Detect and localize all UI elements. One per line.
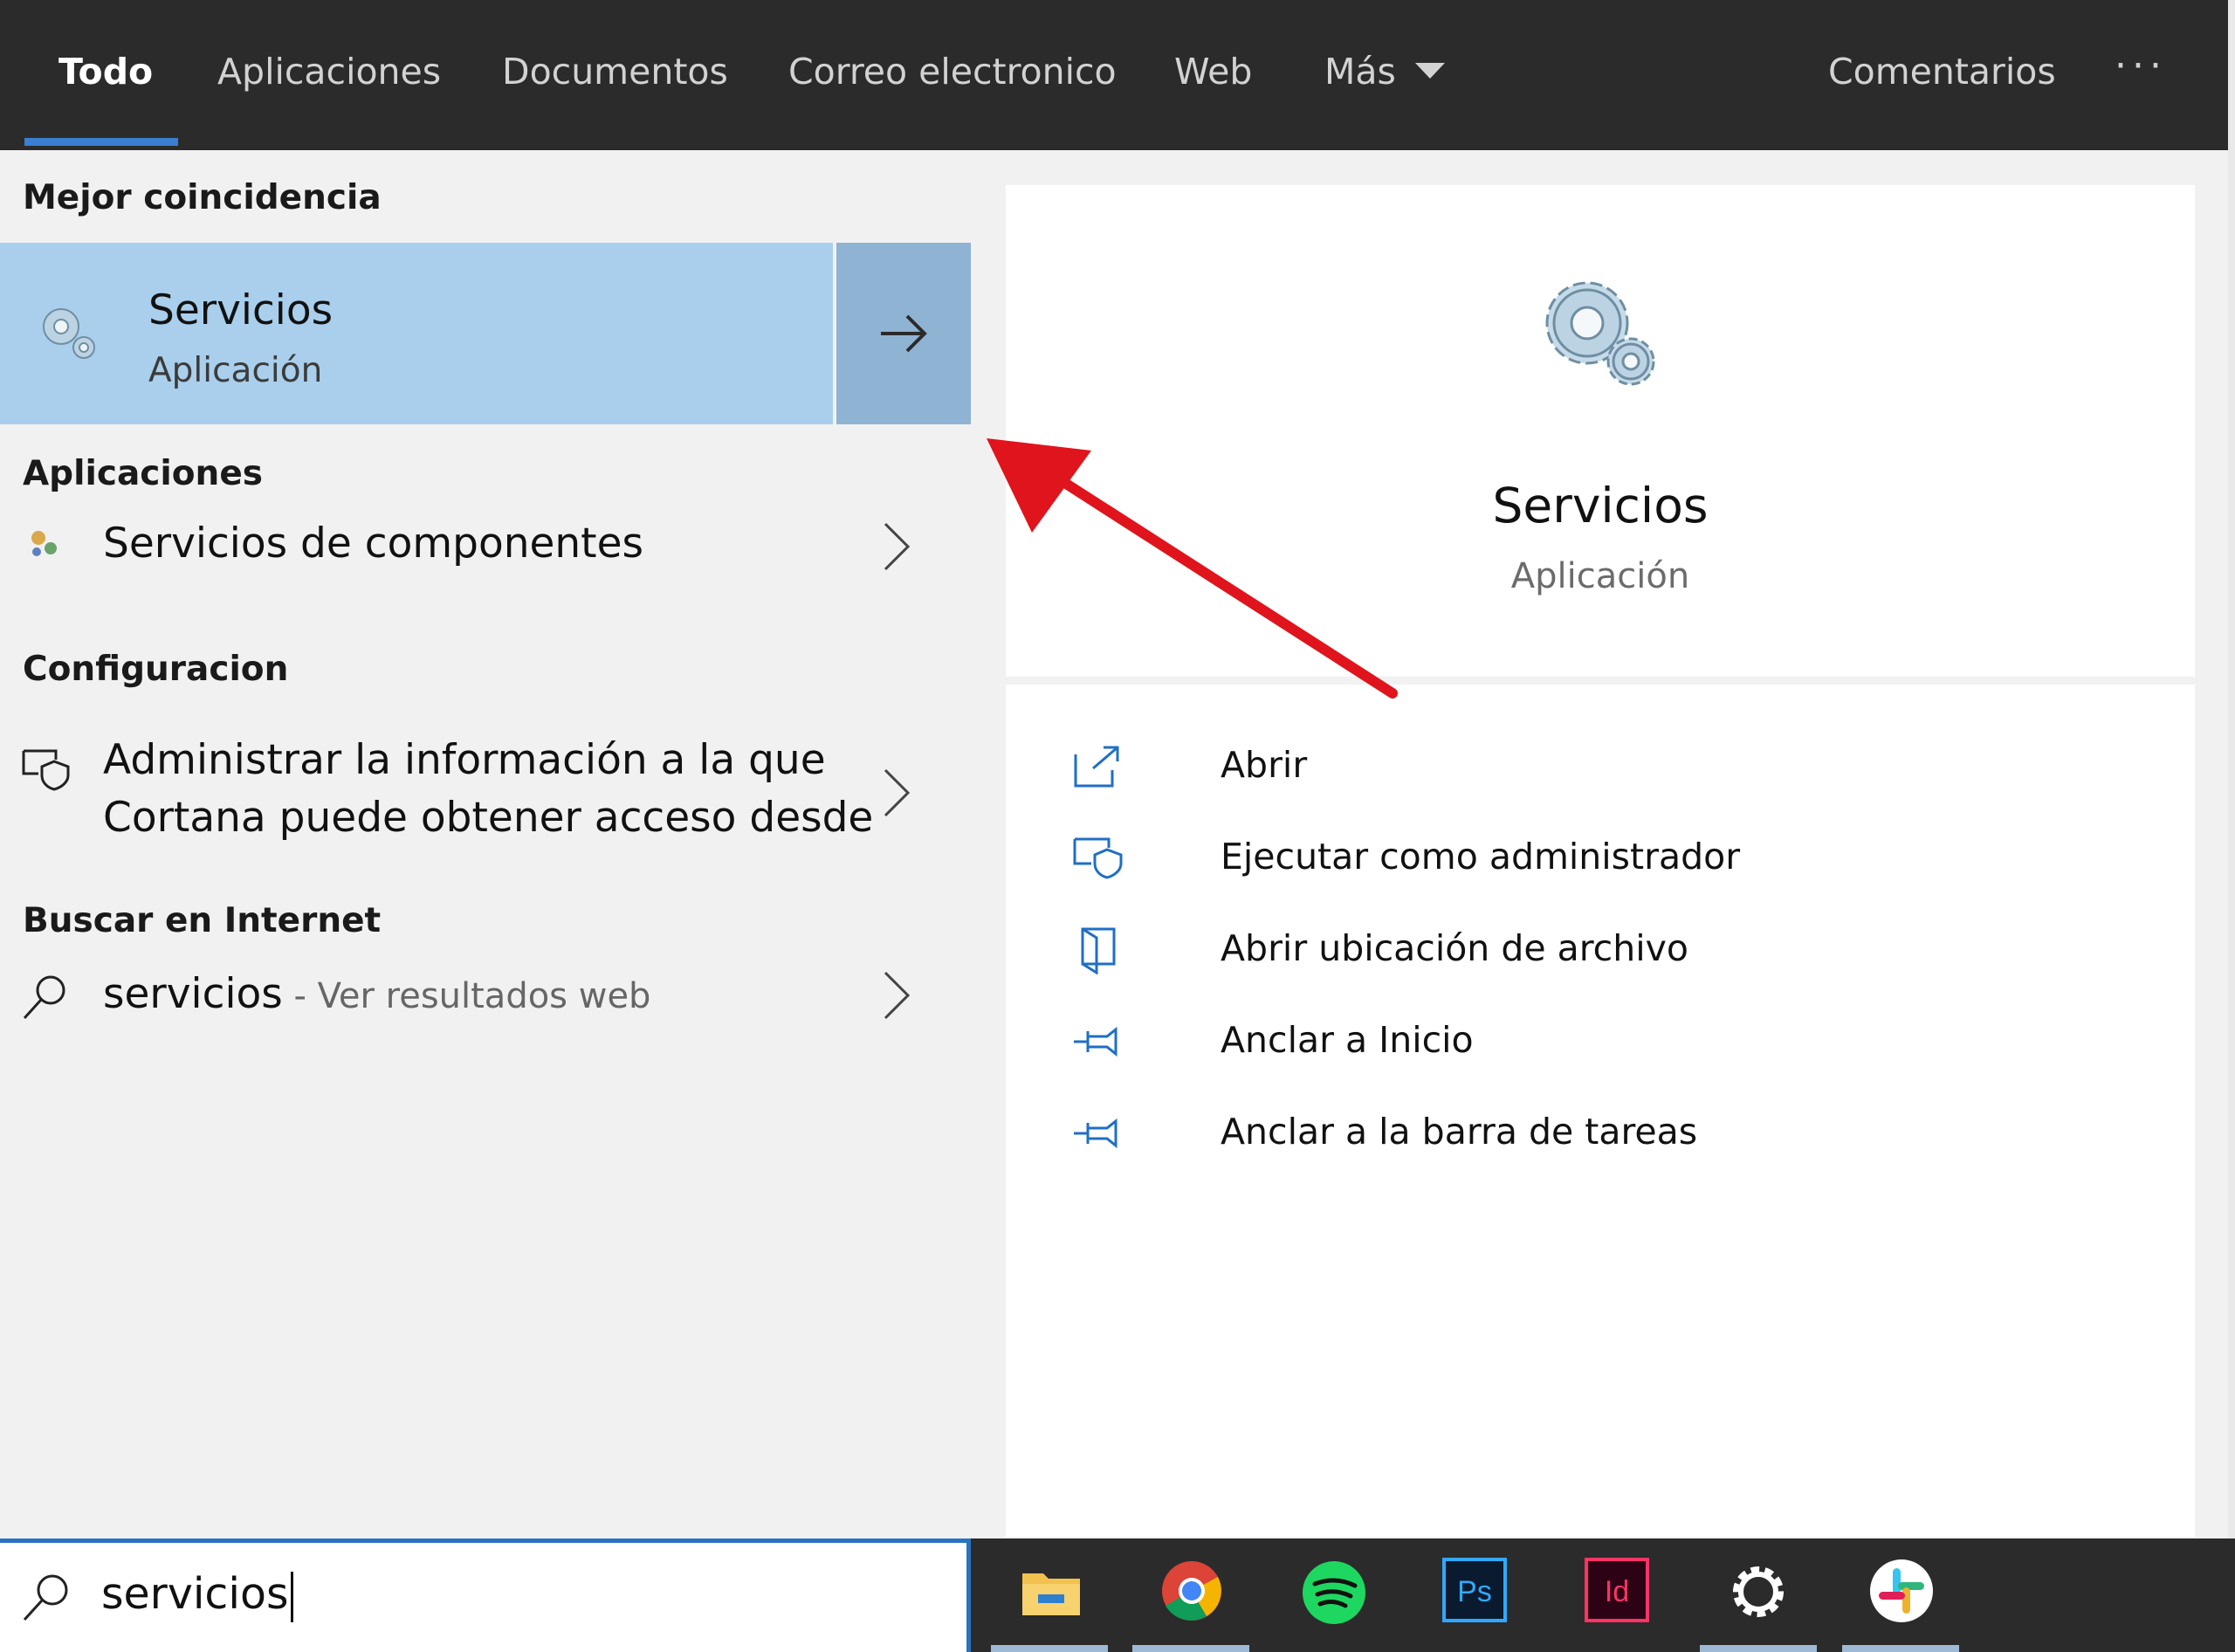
- taskbar-slack[interactable]: [1842, 1544, 1959, 1652]
- web-query: servicios: [103, 970, 283, 1018]
- more-options-button[interactable]: ···: [2115, 44, 2167, 88]
- pin-icon: [1074, 1118, 1118, 1149]
- settings-line-2: Cortana puede obtener acceso desde: [103, 794, 874, 842]
- pin-icon: [1074, 1026, 1118, 1057]
- taskbar-spotify[interactable]: [1275, 1544, 1392, 1642]
- search-icon: [23, 975, 65, 1020]
- running-indicator: [1842, 1645, 1959, 1652]
- shield-settings-icon: [22, 749, 70, 791]
- section-best-match: Mejor coincidencia: [23, 178, 382, 217]
- annotation-arrow-icon: [987, 438, 1398, 699]
- best-match-subtitle: Aplicación: [148, 351, 323, 390]
- chevron-right-icon: [884, 522, 911, 571]
- action-pin-start-label: Anclar a Inicio: [1221, 1019, 1474, 1061]
- result-label-rest: de componentes: [287, 520, 644, 568]
- expand-details-button[interactable]: [836, 243, 971, 424]
- chrome-icon: [1162, 1561, 1221, 1621]
- open-icon: [1074, 746, 1119, 788]
- results-pane: Mejor coincidencia Servicios Aplicación …: [0, 150, 971, 1538]
- section-web: Buscar en Internet: [23, 901, 382, 940]
- chevron-right-icon: [884, 971, 911, 1020]
- file-location-icon: [1081, 927, 1116, 974]
- search-box[interactable]: servicios: [0, 1538, 971, 1652]
- feedback-button[interactable]: Comentarios: [1828, 51, 2056, 93]
- indesign-icon: Id: [1585, 1558, 1649, 1622]
- search-input-value: servicios: [101, 1569, 289, 1619]
- action-open-location-label: Abrir ubicación de archivo: [1221, 927, 1688, 969]
- taskbar-chrome[interactable]: [1132, 1544, 1249, 1652]
- component-services-icon: [31, 531, 57, 556]
- gears-icon: [43, 308, 95, 359]
- tab-mas[interactable]: Más: [1324, 51, 1445, 93]
- action-open-label: Abrir: [1221, 744, 1308, 786]
- web-result-label: servicios - Ver resultados web: [103, 966, 650, 1025]
- tab-aplicaciones[interactable]: Aplicaciones: [217, 51, 441, 93]
- search-scope-bar: Todo Aplicaciones Documentos Correo elec…: [0, 0, 2228, 150]
- active-tab-indicator: [24, 138, 178, 146]
- slack-icon: [1870, 1559, 1933, 1622]
- folder-icon: [1022, 1573, 1080, 1615]
- running-indicator: [991, 1645, 1108, 1652]
- running-indicator: [1700, 1645, 1817, 1652]
- result-web-search[interactable]: servicios - Ver resultados web: [0, 955, 971, 1034]
- search-icon: [23, 1574, 68, 1621]
- result-servicios-componentes[interactable]: Servicios de componentes: [0, 506, 971, 585]
- section-apps: Aplicaciones: [23, 454, 263, 493]
- action-pin-taskbar-label: Anclar a la barra de tareas: [1221, 1111, 1698, 1153]
- section-settings: Configuracion: [23, 650, 289, 689]
- settings-line-1: Administrar la información a la que: [103, 736, 826, 784]
- search-input[interactable]: servicios: [101, 1569, 293, 1622]
- gear-icon: [1733, 1566, 1784, 1617]
- result-label: Servicios de componentes: [103, 515, 643, 573]
- chevron-down-icon: [1414, 63, 1445, 79]
- taskbar: Ps Id: [971, 1538, 2235, 1652]
- taskbar-indesign[interactable]: Id: [1558, 1544, 1675, 1642]
- best-match-item[interactable]: Servicios Aplicación: [0, 243, 833, 424]
- web-suffix: - Ver resultados web: [282, 976, 651, 1016]
- best-match-title: Servicios: [148, 286, 334, 334]
- arrow-right-icon: [881, 314, 927, 353]
- gears-icon: [1545, 281, 1655, 386]
- preview-actions: Abrir Ejecutar como administrador Abrir …: [1006, 685, 2195, 1537]
- spotify-icon: [1303, 1561, 1365, 1624]
- svg-text:Id: Id: [1605, 1575, 1629, 1608]
- result-cortana-settings[interactable]: Administrar la información a la que Cort…: [0, 732, 971, 854]
- result-label-bold: Servicios: [103, 520, 288, 568]
- taskbar-file-explorer[interactable]: [991, 1544, 1108, 1652]
- tab-documentos[interactable]: Documentos: [502, 51, 728, 93]
- tab-web[interactable]: Web: [1174, 51, 1252, 93]
- tab-correo[interactable]: Correo electronico: [788, 51, 1117, 93]
- chevron-right-icon: [884, 768, 911, 817]
- svg-text:Ps: Ps: [1457, 1575, 1492, 1608]
- shield-icon: [1073, 837, 1123, 879]
- photoshop-icon: Ps: [1442, 1558, 1507, 1622]
- tab-mas-label: Más: [1324, 51, 1396, 93]
- running-indicator: [1132, 1645, 1249, 1652]
- tab-todo[interactable]: Todo: [58, 51, 153, 93]
- window-edge: [2228, 0, 2235, 1652]
- text-cursor: [290, 1571, 293, 1622]
- action-run-as-admin-label: Ejecutar como administrador: [1221, 836, 1741, 878]
- taskbar-settings[interactable]: [1700, 1544, 1817, 1652]
- taskbar-photoshop[interactable]: Ps: [1416, 1544, 1533, 1642]
